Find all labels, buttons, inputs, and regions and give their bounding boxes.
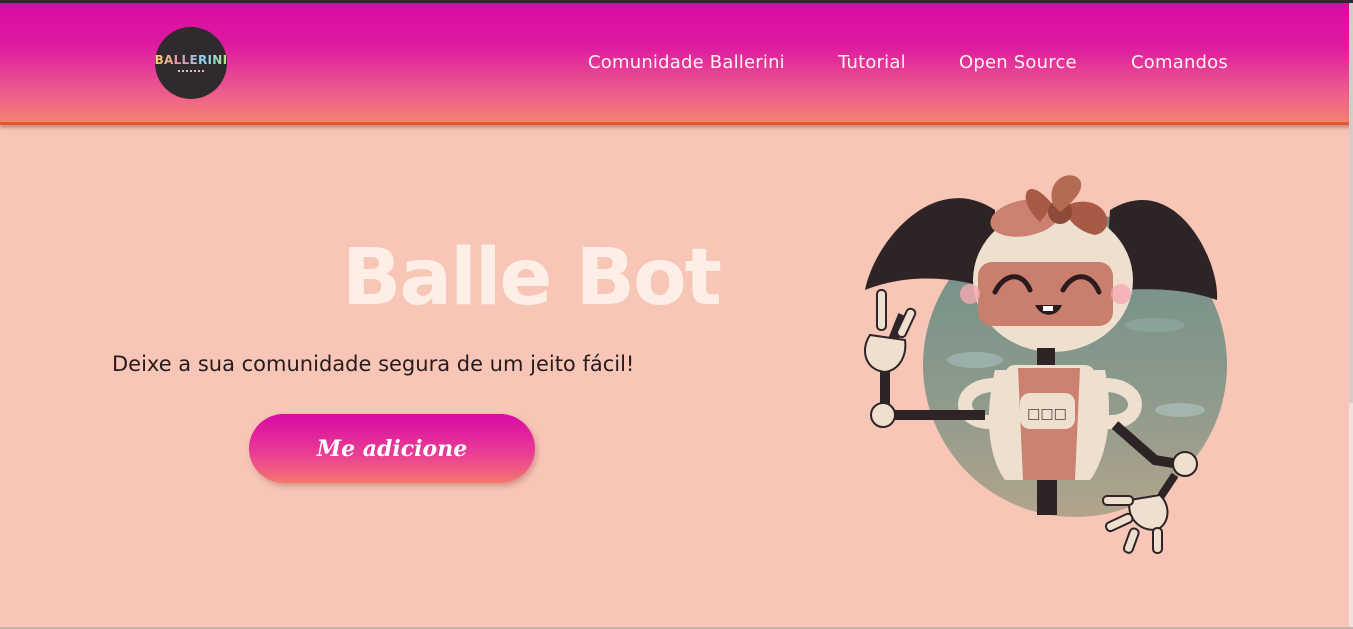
left-hand bbox=[864, 333, 907, 374]
nav-link-tutorial[interactable]: Tutorial bbox=[838, 52, 906, 73]
site-header: BALLERINI Comunidade Ballerini Tutorial … bbox=[0, 3, 1353, 125]
add-bot-button[interactable]: Me adicione bbox=[249, 414, 535, 483]
scrollbar-thumb[interactable] bbox=[1349, 3, 1353, 403]
nav-link-open-source[interactable]: Open Source bbox=[959, 52, 1077, 73]
nav-link-comunidade[interactable]: Comunidade Ballerini bbox=[588, 52, 785, 73]
nav-link-comandos[interactable]: Comandos bbox=[1131, 52, 1228, 73]
hero-title: Balle Bot bbox=[342, 233, 722, 323]
chest-label: □□□ bbox=[1027, 406, 1067, 422]
hero-subtitle: Deixe a sua comunidade segura de um jeit… bbox=[112, 352, 635, 376]
face-screen bbox=[978, 262, 1113, 326]
main-nav: Comunidade Ballerini Tutorial Open Sourc… bbox=[0, 52, 1353, 76]
robot-illustration: □□□ bbox=[864, 175, 1227, 554]
right-hand bbox=[1128, 493, 1169, 531]
